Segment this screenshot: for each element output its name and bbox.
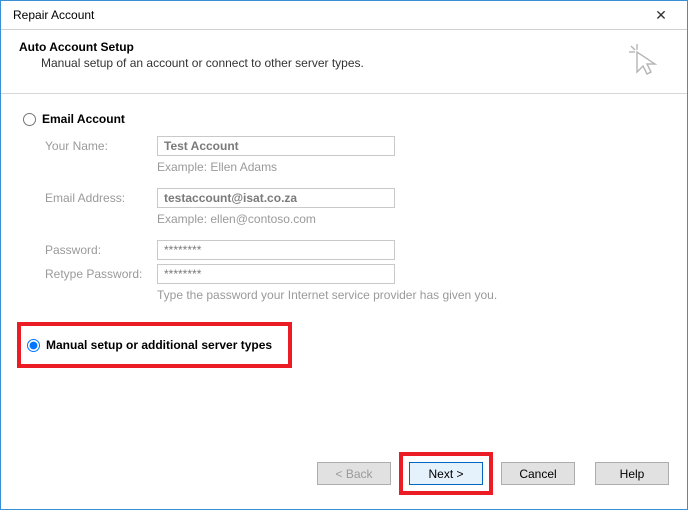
password-input[interactable] xyxy=(157,240,395,260)
radio-email-account-label: Email Account xyxy=(42,112,125,126)
repair-account-window: Repair Account ✕ Auto Account Setup Manu… xyxy=(0,0,688,510)
wizard-header: Auto Account Setup Manual setup of an ac… xyxy=(1,30,687,93)
wizard-body: Email Account Your Name: Example: Ellen … xyxy=(1,94,687,368)
titlebar: Repair Account ✕ xyxy=(1,1,687,30)
wizard-button-bar: < Back Next > Cancel Help xyxy=(317,452,669,495)
your-name-label: Your Name: xyxy=(45,139,157,153)
your-name-hint: Example: Ellen Adams xyxy=(157,160,277,174)
radio-email-account-input[interactable] xyxy=(23,113,36,126)
retype-password-label: Retype Password: xyxy=(45,267,157,281)
close-icon[interactable]: ✕ xyxy=(643,1,679,29)
highlight-manual-setup: Manual setup or additional server types xyxy=(17,322,292,368)
password-hint: Type the password your Internet service … xyxy=(157,288,497,302)
email-input[interactable] xyxy=(157,188,395,208)
retype-password-input[interactable] xyxy=(157,264,395,284)
your-name-input[interactable] xyxy=(157,136,395,156)
back-button[interactable]: < Back xyxy=(317,462,391,485)
radio-manual-setup-input[interactable] xyxy=(27,339,40,352)
cursor-icon xyxy=(627,42,661,79)
radio-manual-setup-label: Manual setup or additional server types xyxy=(46,338,272,352)
radio-manual-setup[interactable]: Manual setup or additional server types xyxy=(27,338,272,352)
cancel-button[interactable]: Cancel xyxy=(501,462,575,485)
help-button[interactable]: Help xyxy=(595,462,669,485)
radio-email-account[interactable]: Email Account xyxy=(23,112,665,126)
email-account-form: Your Name: Example: Ellen Adams Email Ad… xyxy=(45,136,665,302)
highlight-next-button: Next > xyxy=(399,452,493,495)
page-heading: Auto Account Setup xyxy=(19,40,364,54)
next-button[interactable]: Next > xyxy=(409,462,483,485)
window-title: Repair Account xyxy=(9,1,94,29)
page-subheading: Manual setup of an account or connect to… xyxy=(41,56,364,70)
password-label: Password: xyxy=(45,243,157,257)
email-label: Email Address: xyxy=(45,191,157,205)
email-hint: Example: ellen@contoso.com xyxy=(157,212,316,226)
